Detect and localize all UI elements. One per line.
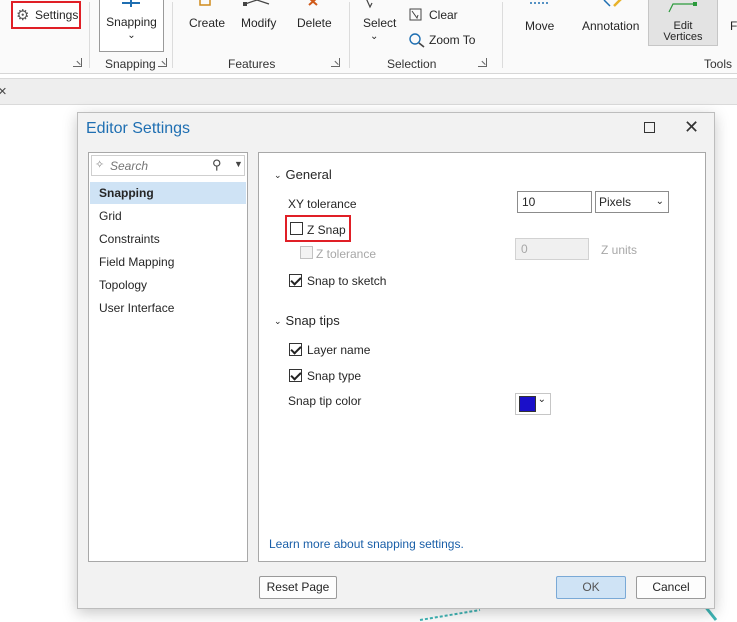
dialog-launcher-icon[interactable] [73, 58, 82, 67]
snapping-button[interactable]: Snapping ⌄ [99, 0, 164, 52]
view-tab-strip: × [0, 78, 737, 105]
z-units-label: Z units [601, 243, 638, 257]
move-button[interactable]: Move [518, 0, 562, 50]
settings-nav-panel: ✧ ⚲ ▼ Snapping Grid Constraints Field Ma… [88, 152, 248, 562]
nav-item-snapping[interactable]: Snapping [90, 182, 246, 204]
chevron-down-icon[interactable]: ▼ [234, 159, 243, 169]
group-label-features: Features [228, 57, 276, 71]
settings-button[interactable]: ⚙ Settings [11, 1, 81, 29]
zoom-to-icon [409, 33, 425, 48]
create-label: Create [189, 16, 226, 30]
close-icon[interactable]: ✕ [684, 117, 699, 137]
z-tolerance-checkbox [300, 246, 313, 259]
annotation-pencil-icon [603, 0, 622, 7]
dialog-launcher-icon[interactable] [158, 58, 167, 67]
clear-selection-icon [409, 8, 422, 21]
nav-item-constraints[interactable]: Constraints [90, 228, 246, 250]
select-cursor-icon [366, 0, 373, 9]
ribbon-separator [89, 2, 90, 68]
snapping-button-label: Snapping [106, 15, 157, 29]
group-label-tools: Tools [704, 57, 733, 71]
reset-page-button[interactable]: Reset Page [259, 576, 337, 599]
xy-tolerance-label: XY tolerance [288, 197, 357, 211]
chevron-down-icon: ⌄ [370, 31, 379, 42]
chevron-down-icon: ⌄ [274, 316, 282, 326]
chevron-down-icon: ⌄ [127, 30, 136, 41]
create-button[interactable]: Create [184, 0, 228, 50]
create-icon [199, 0, 211, 6]
sparkle-icon: ✧ [95, 159, 105, 171]
snapping-icon [122, 0, 140, 7]
dialog-launcher-icon[interactable] [331, 58, 340, 67]
ribbon-separator [502, 2, 503, 68]
xy-tolerance-input[interactable]: 10 [517, 191, 592, 213]
nav-item-grid[interactable]: Grid [90, 205, 246, 227]
group-label-snapping: Snapping [105, 57, 156, 71]
delete-icon [308, 0, 318, 6]
dialog-title: Editor Settings [86, 120, 191, 137]
ribbon-separator [172, 2, 173, 68]
z-tolerance-input: 0 [515, 238, 589, 260]
modify-button[interactable]: Modify [237, 0, 283, 50]
general-header-label: General [285, 167, 332, 182]
z-tolerance-label: Z tolerance [316, 247, 377, 261]
select-button[interactable]: Select ⌄ [358, 0, 398, 50]
color-swatch [519, 396, 536, 412]
snap-tip-color-picker[interactable]: ⌄ [515, 393, 551, 415]
annotation-label: Annotation [582, 19, 640, 33]
search-box[interactable]: ✧ ⚲ ▼ [91, 155, 245, 176]
edit-vertices-icon [668, 2, 697, 13]
search-icon[interactable]: ⚲ [212, 157, 222, 173]
delete-button[interactable]: Delete [293, 0, 335, 50]
close-tab-icon[interactable]: × [0, 83, 7, 100]
snap-tips-header-label: Snap tips [285, 313, 340, 328]
dialog-launcher-icon[interactable] [478, 58, 487, 67]
chevron-down-icon: ⌄ [537, 394, 546, 405]
z-snap-checkbox[interactable] [290, 222, 303, 235]
snap-type-checkbox[interactable] [289, 369, 302, 382]
modify-icon [243, 0, 270, 6]
truncated-ribbon-label[interactable]: F [730, 19, 737, 33]
snap-to-sketch-checkbox[interactable] [289, 274, 302, 287]
layer-name-label: Layer name [307, 343, 371, 357]
nav-item-field-mapping[interactable]: Field Mapping [90, 251, 246, 273]
settings-label: Settings [35, 8, 79, 22]
clear-label: Clear [429, 8, 458, 22]
delete-label: Delete [297, 16, 332, 30]
units-select-value: Pixels [599, 195, 632, 209]
annotation-button[interactable]: Annotation [580, 0, 644, 50]
zoom-to-button[interactable]: Zoom To [408, 32, 483, 50]
xy-tolerance-units-select[interactable]: Pixels ⌄ [595, 191, 669, 213]
chevron-down-icon: ⌄ [655, 196, 664, 207]
move-label: Move [525, 19, 555, 33]
edit-vertices-label-line2: Vertices [663, 31, 703, 43]
move-icon [530, 2, 550, 4]
gear-icon: ⚙ [16, 7, 30, 24]
general-section-header[interactable]: ⌄ General [274, 167, 332, 182]
ok-button[interactable]: OK [556, 576, 626, 599]
chevron-down-icon: ⌄ [274, 170, 282, 180]
edit-vertices-button[interactable]: Edit Vertices [648, 0, 718, 46]
editor-settings-dialog: Editor Settings ✕ ✧ ⚲ ▼ Snapping Grid Co… [77, 112, 715, 609]
snap-tip-color-label: Snap tip color [288, 394, 362, 408]
modify-label: Modify [241, 16, 277, 30]
ribbon-separator [349, 2, 350, 68]
nav-item-user-interface[interactable]: User Interface [90, 297, 246, 319]
group-label-selection: Selection [387, 57, 437, 71]
learn-more-link[interactable]: Learn more about snapping settings. [269, 537, 464, 551]
z-snap-label: Z Snap [307, 223, 346, 237]
maximize-icon[interactable] [644, 122, 655, 133]
settings-content-panel: ⌄ General XY tolerance 10 Pixels ⌄ Z Snap… [258, 152, 706, 562]
select-label: Select [363, 16, 397, 30]
snap-to-sketch-label: Snap to sketch [307, 274, 387, 288]
nav-item-topology[interactable]: Topology [90, 274, 246, 296]
zoom-to-label: Zoom To [429, 33, 476, 47]
snap-tips-section-header[interactable]: ⌄ Snap tips [274, 313, 340, 328]
snap-type-label: Snap type [307, 369, 362, 383]
layer-name-checkbox[interactable] [289, 343, 302, 356]
cancel-button[interactable]: Cancel [636, 576, 706, 599]
search-input[interactable] [110, 158, 208, 173]
ribbon: ⚙ Settings Snapping ⌄ Snapping Create Mo… [0, 0, 737, 74]
clear-button[interactable]: Clear [409, 7, 479, 25]
